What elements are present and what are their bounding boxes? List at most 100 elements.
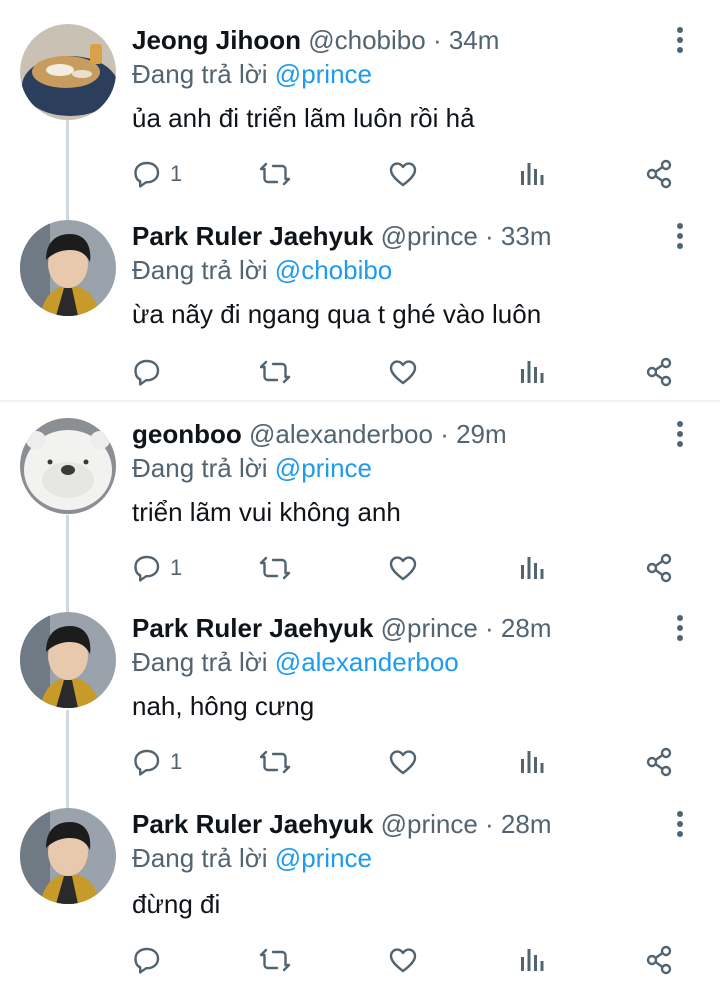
share-button[interactable]	[644, 154, 674, 194]
timestamp[interactable]: · 29m	[440, 419, 506, 449]
reply-count: 1	[170, 555, 183, 580]
tweet[interactable]: Park Ruler Jaehyuk @prince · 33m Đang tr…	[0, 200, 720, 400]
share-icon	[646, 945, 672, 975]
tweet[interactable]: Park Ruler Jaehyuk @prince · 28m Đang tr…	[0, 596, 720, 792]
analytics-icon	[521, 557, 544, 579]
tweet-text: triển lãm vui không anh	[132, 497, 401, 527]
share-button[interactable]	[644, 548, 674, 588]
timestamp[interactable]: · 28m	[485, 613, 551, 643]
avatar[interactable]	[20, 808, 116, 904]
replying-label: Đang trả lời	[132, 647, 268, 677]
analytics-icon	[521, 361, 544, 383]
timestamp[interactable]: · 28m	[485, 809, 551, 839]
retweet-icon	[259, 948, 291, 972]
retweet-button[interactable]	[258, 742, 292, 782]
mention-link[interactable]: @chobibo	[275, 255, 392, 285]
action-bar: 1	[132, 154, 692, 194]
author-name[interactable]: geonboo	[132, 419, 242, 449]
analytics-button[interactable]	[518, 352, 546, 392]
tweet[interactable]: Jeong Jihoon @chobibo · 34m Đang trả lời…	[0, 0, 720, 200]
author-handle[interactable]: @prince	[381, 809, 478, 839]
author-name[interactable]: Park Ruler Jaehyuk	[132, 809, 373, 839]
reply-button[interactable]	[132, 940, 170, 980]
tweet-header: Park Ruler Jaehyuk @prince · 33m	[132, 220, 552, 252]
share-icon	[646, 747, 672, 777]
tweet-text: đừng đi	[132, 889, 221, 919]
author-name[interactable]: Park Ruler Jaehyuk	[132, 221, 373, 251]
reply-icon	[134, 161, 160, 188]
like-button[interactable]	[388, 742, 418, 782]
analytics-icon	[521, 751, 544, 773]
author-handle[interactable]: @prince	[381, 613, 478, 643]
analytics-icon	[521, 163, 544, 185]
share-button[interactable]	[644, 352, 674, 392]
author-name[interactable]: Park Ruler Jaehyuk	[132, 613, 373, 643]
action-bar: 1	[132, 548, 692, 588]
retweet-icon	[259, 360, 291, 384]
author-name[interactable]: Jeong Jihoon	[132, 25, 301, 55]
reply-button[interactable]: 1	[132, 548, 182, 588]
author-handle[interactable]: @prince	[381, 221, 478, 251]
mention-link[interactable]: @prince	[275, 59, 372, 89]
heart-icon	[389, 556, 417, 581]
share-icon	[646, 159, 672, 189]
heart-icon	[389, 948, 417, 973]
share-button[interactable]	[644, 742, 674, 782]
avatar[interactable]	[20, 24, 116, 120]
more-options-icon[interactable]	[668, 612, 692, 644]
tweet-text: ủa anh đi triển lãm luôn rồi hả	[132, 103, 475, 133]
replying-to: Đang trả lời @alexanderboo	[132, 646, 459, 678]
share-button[interactable]	[644, 940, 674, 980]
analytics-button[interactable]	[518, 548, 546, 588]
like-button[interactable]	[388, 352, 418, 392]
reply-button[interactable]: 1	[132, 154, 182, 194]
tweet-text: ừa nãy đi ngang qua t ghé vào luôn	[132, 299, 542, 329]
author-handle[interactable]: @alexanderboo	[249, 419, 433, 449]
reply-button[interactable]	[132, 352, 170, 392]
replying-to: Đang trả lời @prince	[132, 452, 372, 484]
avatar[interactable]	[20, 220, 116, 316]
mention-link[interactable]: @prince	[275, 453, 372, 483]
reply-icon	[134, 947, 160, 974]
heart-icon	[389, 750, 417, 775]
tweet[interactable]: Park Ruler Jaehyuk @prince · 28m Đang tr…	[0, 792, 720, 994]
action-bar	[132, 352, 692, 392]
tweet-text: nah, hông cưng	[132, 691, 315, 721]
timestamp[interactable]: · 33m	[485, 221, 551, 251]
more-options-icon[interactable]	[668, 24, 692, 56]
more-options-icon[interactable]	[668, 418, 692, 450]
share-icon	[646, 357, 672, 387]
retweet-button[interactable]	[258, 940, 292, 980]
reply-button[interactable]: 1	[132, 742, 182, 782]
like-button[interactable]	[388, 548, 418, 588]
analytics-button[interactable]	[518, 154, 546, 194]
more-options-icon[interactable]	[668, 808, 692, 840]
retweet-button[interactable]	[258, 548, 292, 588]
tweet[interactable]: geonboo @alexanderboo · 29m Đang trả lời…	[0, 400, 720, 596]
mention-link[interactable]: @alexanderboo	[275, 647, 459, 677]
like-button[interactable]	[388, 154, 418, 194]
retweet-button[interactable]	[258, 154, 292, 194]
retweet-icon	[259, 556, 291, 580]
reply-count: 1	[170, 161, 183, 186]
analytics-button[interactable]	[518, 742, 546, 782]
tweet-header: Park Ruler Jaehyuk @prince · 28m	[132, 808, 552, 840]
mention-link[interactable]: @prince	[275, 843, 372, 873]
replying-label: Đang trả lời	[132, 255, 268, 285]
more-options-icon[interactable]	[668, 220, 692, 252]
reply-icon	[134, 359, 160, 386]
replying-to: Đang trả lời @prince	[132, 842, 372, 874]
tweet-header: Park Ruler Jaehyuk @prince · 28m	[132, 612, 552, 644]
avatar[interactable]	[20, 418, 116, 514]
retweet-icon	[259, 162, 291, 186]
analytics-button[interactable]	[518, 940, 546, 980]
reply-icon	[134, 749, 160, 776]
retweet-button[interactable]	[258, 352, 292, 392]
like-button[interactable]	[388, 940, 418, 980]
avatar[interactable]	[20, 612, 116, 708]
timestamp[interactable]: · 34m	[433, 25, 499, 55]
replying-to: Đang trả lời @chobibo	[132, 254, 392, 286]
heart-icon	[389, 360, 417, 385]
replying-label: Đang trả lời	[132, 453, 268, 483]
author-handle[interactable]: @chobibo	[308, 25, 425, 55]
